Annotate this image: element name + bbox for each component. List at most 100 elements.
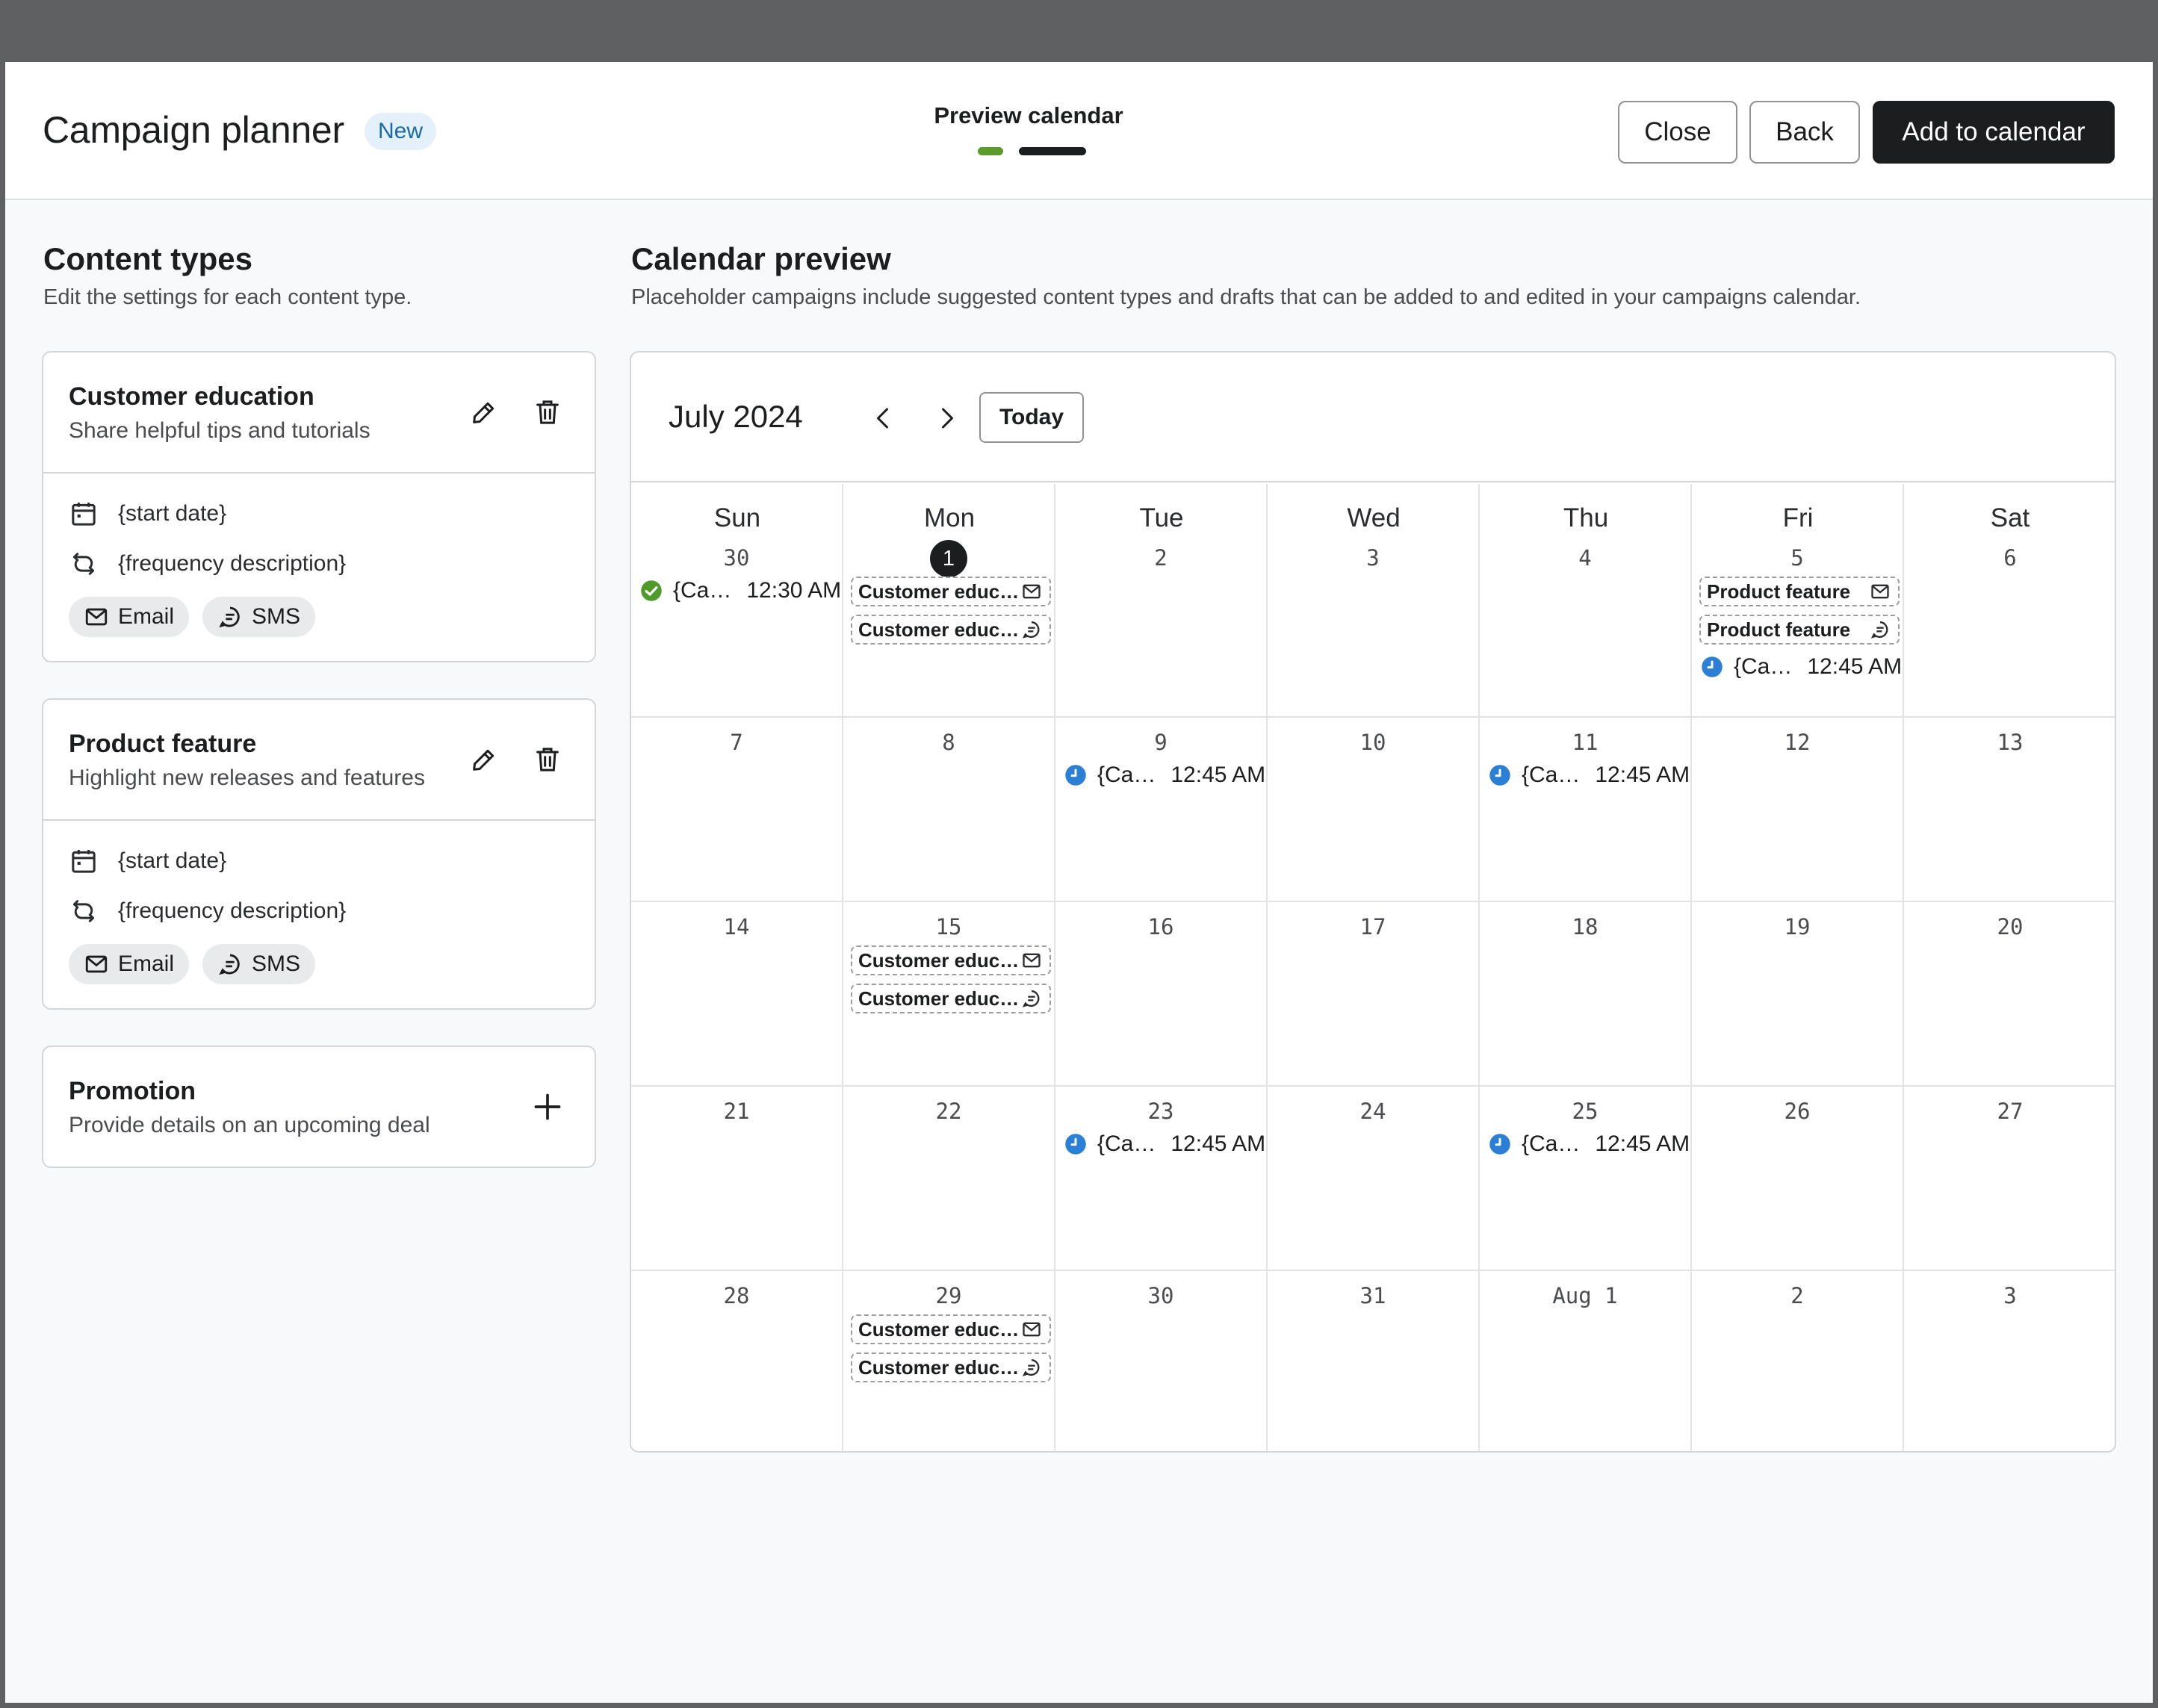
scheduled-campaign-event[interactable]: {Ca… 12:45 AM: [1489, 1131, 1690, 1157]
day-number: 17: [1359, 914, 1386, 940]
email-chip[interactable]: Email: [69, 944, 190, 984]
customer-education-tag[interactable]: Customer educ…: [851, 1353, 1051, 1382]
day-cell[interactable]: 16: [1055, 902, 1268, 1087]
day-cell[interactable]: 26: [1692, 1087, 1904, 1271]
scheduled-campaign-event[interactable]: {Ca… 12:45 AM: [1064, 1131, 1265, 1157]
event-time: 12:45 AM: [1171, 1131, 1266, 1156]
start-date-row: {start date}: [69, 499, 226, 529]
day-cell[interactable]: 28: [631, 1271, 843, 1451]
content-types-subtitle: Edit the settings for each content type.: [43, 285, 412, 309]
calendar-toolbar: July 2024 Today: [631, 353, 2115, 482]
day-cell[interactable]: 11 {Ca… 12:45 AM: [1480, 718, 1692, 902]
event-name: {Ca…: [1522, 763, 1581, 787]
email-chip[interactable]: Email: [69, 597, 190, 637]
card-body: {start date} {frequency description} Ema…: [43, 819, 595, 1010]
frequency-text: {frequency description}: [118, 551, 347, 576]
day-cell[interactable]: 14: [631, 902, 843, 1087]
day-cell[interactable]: 27: [1904, 1087, 2115, 1271]
day-number: 27: [1997, 1099, 2024, 1124]
calendar-preview-title: Calendar preview: [631, 241, 891, 276]
day-cell[interactable]: 7: [631, 718, 843, 902]
day-cell[interactable]: 21: [631, 1087, 843, 1271]
day-cell[interactable]: 24: [1268, 1087, 1480, 1271]
content-type-card-customer-education: Customer education Share helpful tips an…: [42, 351, 596, 662]
customer-education-tag[interactable]: Customer educ…: [851, 1314, 1051, 1344]
day-cell[interactable]: 18: [1480, 902, 1692, 1087]
today-button[interactable]: Today: [979, 392, 1084, 443]
day-cell[interactable]: 30 {Ca… 12:30 AM: [631, 484, 843, 718]
customer-education-tag[interactable]: Customer educ…: [851, 615, 1051, 645]
day-cell[interactable]: 3: [1268, 484, 1480, 718]
sms-chip[interactable]: SMS: [202, 944, 316, 984]
day-cell[interactable]: 4: [1480, 484, 1692, 718]
customer-education-tag[interactable]: Customer educ…: [851, 945, 1051, 975]
customer-education-tag[interactable]: Customer educ…: [851, 577, 1051, 606]
sms-chip[interactable]: SMS: [202, 597, 316, 637]
day-cell[interactable]: 22: [843, 1087, 1055, 1271]
day-cell[interactable]: 1 Customer educ… Customer educ…: [843, 484, 1055, 718]
day-cell[interactable]: Aug 1: [1480, 1271, 1692, 1451]
day-cell[interactable]: 2: [1055, 484, 1268, 718]
day-cell[interactable]: 5 Product feature Product feature {Ca… 12:45…: [1692, 484, 1904, 718]
day-number: 31: [1359, 1283, 1386, 1308]
sent-campaign-event[interactable]: {Ca… 12:30 AM: [640, 578, 841, 603]
day-cell[interactable]: 9 {Ca… 12:45 AM: [1055, 718, 1268, 902]
add-to-calendar-button[interactable]: Add to calendar: [1873, 101, 2115, 164]
trash-icon[interactable]: [527, 739, 568, 780]
scheduled-campaign-event[interactable]: {Ca… 12:45 AM: [1701, 654, 1902, 680]
day-number: 22: [935, 1099, 962, 1124]
sms-chip-label: SMS: [252, 951, 301, 976]
product-feature-tag[interactable]: Product feature: [1699, 577, 1900, 606]
next-month-button[interactable]: [925, 397, 967, 439]
day-cell[interactable]: 3: [1904, 1271, 2115, 1451]
card-description: Share helpful tips and tutorials: [69, 418, 370, 443]
day-cell[interactable]: 23 {Ca… 12:45 AM: [1055, 1087, 1268, 1271]
edit-icon[interactable]: [463, 739, 505, 780]
day-number: 29: [935, 1283, 962, 1308]
day-cell[interactable]: 20: [1904, 902, 2115, 1087]
day-cell[interactable]: 30: [1055, 1271, 1268, 1451]
day-cell[interactable]: 17: [1268, 902, 1480, 1087]
day-cell[interactable]: 8: [843, 718, 1055, 902]
customer-education-tag[interactable]: Customer educ…: [851, 984, 1051, 1013]
event-time: 12:45 AM: [1171, 763, 1266, 787]
event-name: {Ca…: [1097, 1131, 1156, 1156]
day-cell[interactable]: 15 Customer educ… Customer educ…: [843, 902, 1055, 1087]
add-icon[interactable]: [527, 1086, 568, 1128]
day-number: 10: [1359, 730, 1386, 755]
day-cell[interactable]: 2: [1692, 1271, 1904, 1451]
day-cell[interactable]: 19: [1692, 902, 1904, 1087]
day-cell[interactable]: 25 {Ca… 12:45 AM: [1480, 1087, 1692, 1271]
scheduled-campaign-event[interactable]: {Ca… 12:45 AM: [1064, 763, 1265, 788]
edit-icon[interactable]: [463, 391, 505, 433]
tag-label: Customer educ…: [858, 1355, 1020, 1379]
day-number: 5: [1790, 545, 1804, 571]
day-cell[interactable]: 6: [1904, 484, 2115, 718]
prev-month-button[interactable]: [863, 397, 905, 439]
chevron-right-icon: [942, 408, 953, 429]
content-types-title: Content types: [43, 241, 253, 276]
scheduled-campaign-event[interactable]: {Ca… 12:45 AM: [1489, 763, 1690, 788]
day-cell[interactable]: 31: [1268, 1271, 1480, 1451]
close-button[interactable]: Close: [1618, 101, 1737, 164]
day-cell[interactable]: 10: [1268, 718, 1480, 902]
day-cell[interactable]: 29 Customer educ… Customer educ…: [843, 1271, 1055, 1451]
day-number: 16: [1147, 914, 1174, 940]
day-number: 28: [723, 1283, 750, 1308]
day-number: 25: [1572, 1099, 1599, 1124]
day-number: 13: [1997, 730, 2024, 755]
back-button[interactable]: Back: [1749, 101, 1860, 164]
day-number: 11: [1572, 730, 1599, 755]
email-icon: [85, 608, 108, 626]
step-indicator: Preview calendar: [902, 102, 1156, 155]
trash-icon[interactable]: [527, 391, 568, 433]
day-number: 26: [1784, 1099, 1811, 1124]
event-name: {Ca…: [673, 578, 732, 603]
email-icon: [85, 955, 108, 973]
day-cell[interactable]: 12: [1692, 718, 1904, 902]
email-chip-label: Email: [118, 604, 175, 629]
product-feature-tag[interactable]: Product feature: [1699, 615, 1900, 645]
clock-icon: [1701, 656, 1723, 678]
day-cell[interactable]: 13: [1904, 718, 2115, 902]
step-label: Preview calendar: [934, 102, 1123, 128]
